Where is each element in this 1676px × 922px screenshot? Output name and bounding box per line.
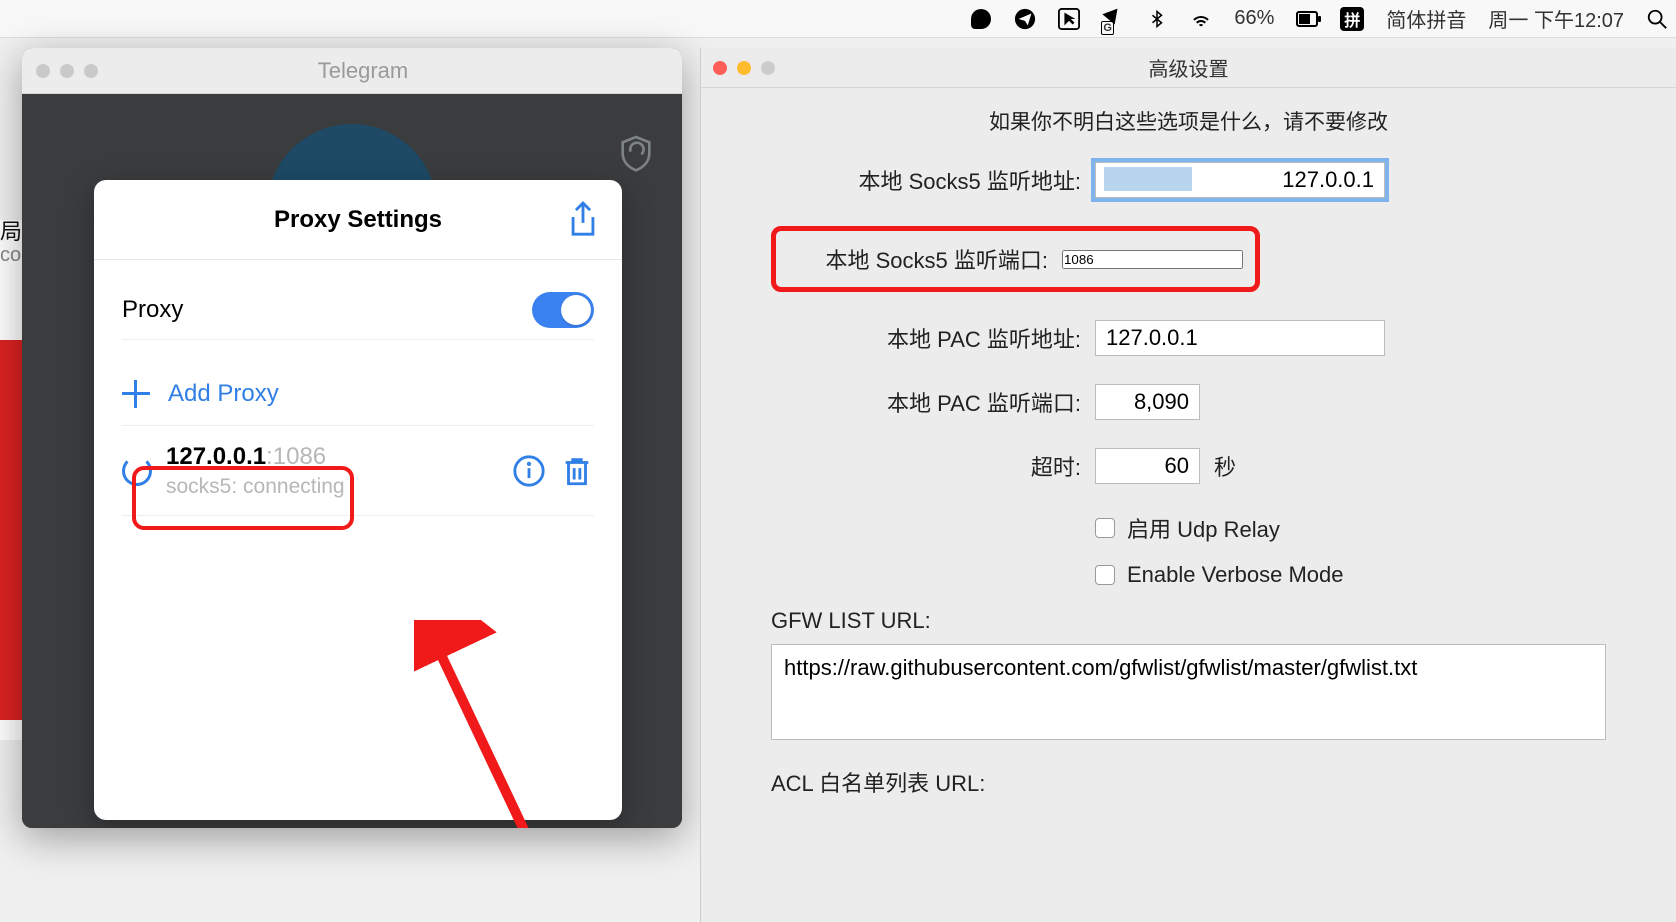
ime-label[interactable]: 简体拼音 [1386, 4, 1466, 33]
timeout-field: 超时: 秒 [771, 448, 1606, 484]
delete-button[interactable] [560, 454, 594, 488]
telegram-title: Telegram [58, 58, 668, 84]
udp-relay-label: 启用 Udp Relay [1127, 512, 1280, 544]
pac-addr-label: 本地 PAC 监听地址: [771, 322, 1081, 354]
advanced-settings-window: 高级设置 如果你不明白这些选项是什么，请不要修改 本地 Socks5 监听地址:… [700, 48, 1676, 922]
timeout-label: 超时: [771, 450, 1081, 482]
sheet-body: Proxy Add Proxy 127.0.0.1:1086 socks5: c… [94, 260, 622, 536]
add-proxy-row[interactable]: Add Proxy [122, 362, 594, 426]
proxy-toggle-row: Proxy [122, 280, 594, 340]
socks5-addr-label: 本地 Socks5 监听地址: [771, 164, 1081, 196]
connecting-spinner-icon [122, 456, 152, 486]
add-proxy-label: Add Proxy [168, 380, 279, 408]
telegram-window: Telegram Proxy Settings Proxy Add [22, 48, 682, 828]
socks5-port-input[interactable] [1062, 250, 1243, 269]
advanced-title: 高级设置 [701, 53, 1676, 82]
proxy-entry-row[interactable]: 127.0.0.1:1086 socks5: connecting [122, 426, 594, 516]
info-button[interactable] [512, 454, 546, 488]
advanced-titlebar[interactable]: 高级设置 [701, 48, 1676, 88]
bluetooth-icon[interactable] [1146, 8, 1168, 30]
send-g-icon[interactable] [1102, 8, 1124, 30]
acl-label: ACL 白名单列表 URL: [771, 766, 1606, 798]
socks5-addr-field: 本地 Socks5 监听地址: [771, 162, 1606, 198]
udp-relay-checkbox[interactable] [1095, 518, 1115, 538]
battery-percent: 66% [1234, 7, 1274, 30]
cursor-icon[interactable] [1058, 8, 1080, 30]
proxy-toggle-label: Proxy [122, 296, 183, 324]
pac-port-label: 本地 PAC 监听端口: [771, 386, 1081, 418]
ime-badge-icon[interactable]: 拼 [1340, 7, 1364, 31]
telegram-tray-icon[interactable] [1014, 8, 1036, 30]
spotlight-icon[interactable] [1646, 8, 1668, 30]
gfw-label: GFW LIST URL: [771, 608, 1606, 634]
proxy-ip: 127.0.0.1 [166, 443, 266, 471]
verbose-label: Enable Verbose Mode [1127, 562, 1344, 588]
pac-addr-field: 本地 PAC 监听地址: [771, 320, 1606, 356]
proxy-settings-sheet: Proxy Settings Proxy Add Proxy [94, 180, 622, 820]
socks5-addr-input[interactable] [1095, 162, 1385, 198]
shield-icon[interactable] [620, 134, 652, 172]
share-button[interactable] [566, 200, 600, 240]
battery-icon[interactable] [1296, 8, 1318, 30]
clock-label[interactable]: 周一 下午12:07 [1488, 4, 1624, 33]
plus-icon [122, 380, 150, 408]
pac-port-input[interactable] [1095, 384, 1200, 420]
advanced-body: 如果你不明白这些选项是什么，请不要修改 本地 Socks5 监听地址: 本地 S… [701, 88, 1676, 826]
proxy-port: :1086 [266, 443, 326, 471]
proxy-toggle[interactable] [532, 292, 594, 328]
socks5-port-label: 本地 Socks5 监听端口: [788, 243, 1048, 275]
close-dot[interactable] [36, 64, 50, 78]
udp-relay-checkbox-row[interactable]: 启用 Udp Relay [1095, 512, 1606, 544]
macos-menubar: 66% 拼 简体拼音 周一 下午12:07 [0, 0, 1676, 38]
verbose-checkbox-row[interactable]: Enable Verbose Mode [1095, 562, 1606, 588]
pac-addr-input[interactable] [1095, 320, 1385, 356]
pac-port-field: 本地 PAC 监听端口: [771, 384, 1606, 420]
annotation-highlight-port: 本地 Socks5 监听端口: [771, 226, 1260, 292]
verbose-checkbox[interactable] [1095, 565, 1115, 585]
sheet-title: Proxy Settings [274, 206, 442, 234]
gfw-url-textarea[interactable] [771, 644, 1606, 740]
sheet-header: Proxy Settings [94, 180, 622, 260]
telegram-titlebar[interactable]: Telegram [22, 48, 682, 94]
telegram-body: Proxy Settings Proxy Add Proxy [22, 94, 682, 828]
timeout-unit: 秒 [1214, 450, 1236, 482]
proxy-entry-main: 127.0.0.1:1086 socks5: connecting [166, 443, 498, 499]
timeout-input[interactable] [1095, 448, 1200, 484]
wifi-icon[interactable] [1190, 8, 1212, 30]
qq-icon[interactable] [970, 8, 992, 30]
annotation-arrow [414, 620, 534, 828]
proxy-status: socks5: connecting [166, 475, 498, 499]
advanced-warning: 如果你不明白这些选项是什么，请不要修改 [771, 106, 1606, 136]
